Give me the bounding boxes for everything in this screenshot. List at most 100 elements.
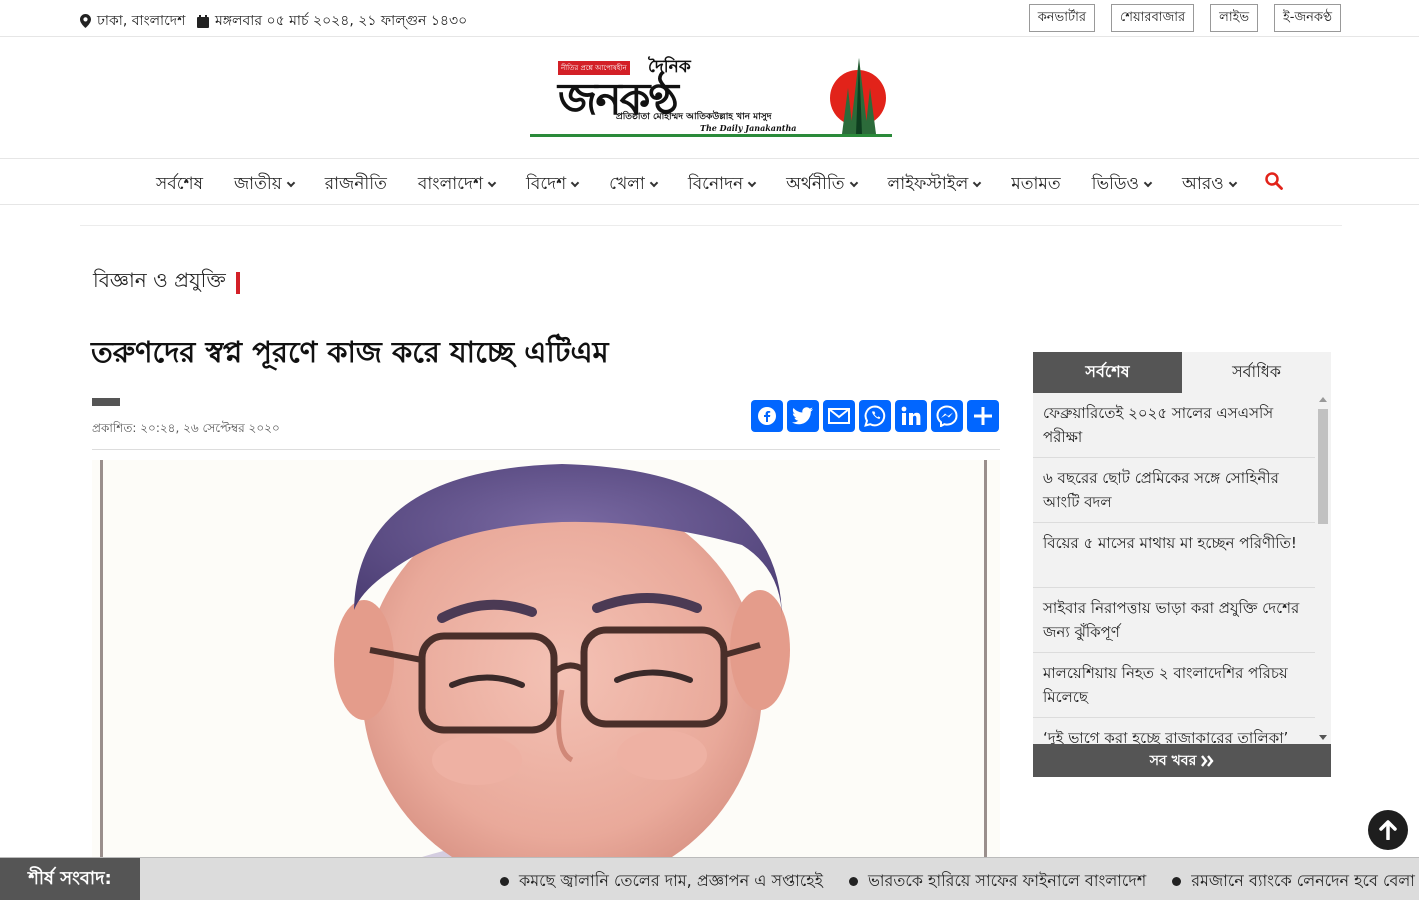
location: ঢাকা, বাংলাদেশ [80, 9, 185, 33]
news-list[interactable]: ফেব্রুয়ারিতেই ২০২৫ সালের এসএসসি পরীক্ষা… [1033, 393, 1315, 744]
latest-news-sidebar: সর্বশেষ সর্বাধিক ফেব্রুয়ারিতেই ২০২৫ সাল… [1033, 352, 1331, 777]
chevron-down-icon[interactable] [1228, 178, 1237, 188]
converter-link[interactable]: কনভার্টার [1028, 4, 1096, 32]
site-logo[interactable]: নীতির প্রশ্নে আপোষহীন দৈনিক জনকণ্ঠ প্রতি… [530, 52, 892, 140]
double-chevron-right-icon [1201, 754, 1214, 767]
twitter-icon [792, 407, 813, 425]
tab-latest[interactable]: সর্বশেষ [1033, 352, 1182, 393]
bullet-icon [848, 877, 858, 886]
bullet-icon [500, 877, 509, 886]
nav-item[interactable]: লাইফস্টাইল [888, 171, 982, 199]
nav-item-label: বিদেশ [526, 174, 567, 194]
nav-item-label: বাংলাদেশ [417, 174, 484, 194]
chevron-down-icon[interactable] [747, 178, 757, 188]
calendar-icon [197, 14, 209, 28]
article-divider [92, 449, 1000, 450]
news-list-item[interactable]: ফেব্রুয়ারিতেই ২০২৫ সালের এসএসসি পরীক্ষা [1033, 393, 1315, 458]
photo-frame-right [984, 460, 987, 857]
ticker-item[interactable]: ভারতকে হারিয়ে সাফের ফাইনালে বাংলাদেশ [848, 868, 1146, 895]
scroll-down-arrow-icon[interactable] [1319, 735, 1327, 740]
nav-item-label: অর্থনীতি [786, 174, 845, 194]
live-link[interactable]: লাইভ [1210, 4, 1259, 32]
news-list-item[interactable]: ৬ বছরের ছোট প্রেমিকের সঙ্গে সোহিনীর আংটি… [1033, 458, 1315, 523]
ticker-item[interactable]: কমছে জ্বালানি তেলের দাম, প্রজ্ঞাপন এ সপ্… [500, 868, 823, 895]
linkedin-icon [901, 406, 921, 425]
tab-most-read[interactable]: সর্বাধিক [1182, 352, 1331, 393]
chevron-down-icon[interactable] [973, 178, 982, 188]
whatsapp-icon [864, 405, 886, 427]
email-share-button[interactable] [823, 400, 855, 432]
nav-item-label: ভিডিও [1091, 174, 1140, 194]
ticker-item-text: কমছে জ্বালানি তেলের দাম, প্রজ্ঞাপন এ সপ্… [519, 871, 823, 890]
top-bar: ঢাকা, বাংলাদেশ মঙ্গলবার ০৫ মার্চ ২০২৪, ২… [0, 0, 1419, 37]
whatsapp-share-button[interactable] [859, 400, 891, 432]
nav-item[interactable]: বিনোদন [687, 171, 757, 199]
date-text: মঙ্গলবার ০৫ মার্চ ২০২৪, ২১ ফাল্গুন ১৪৩০ [215, 13, 468, 29]
nav-item[interactable]: সর্বশেষ [156, 171, 203, 199]
messenger-share-button[interactable] [931, 400, 963, 432]
nav-item[interactable]: বাংলাদেশ [417, 171, 497, 199]
date: মঙ্গলবার ০৫ মার্চ ২০২৪, ২১ ফাল্গুন ১৪৩০ [197, 9, 467, 33]
nav-item-label: মতামত [1011, 174, 1061, 194]
nav-item[interactable]: রাজনীতি [325, 171, 387, 199]
news-list-item[interactable]: বিয়ের ৫ মাসের মাথায় মা হচ্ছেন পরিণীতি! [1033, 523, 1315, 588]
article-headline: তরুণদের স্বপ্ন পূরণে কাজ করে যাচ্ছে এটিএ… [91, 335, 609, 369]
photo-frame-left [100, 460, 103, 857]
nav-item[interactable]: বিদেশ [526, 171, 580, 199]
nav-item[interactable]: অর্থনীতি [786, 171, 858, 199]
ticker-label: শীর্ষ সংবাদ: [0, 858, 140, 900]
nav-item-label: রাজনীতি [324, 174, 387, 194]
map-pin-icon [80, 14, 91, 28]
portrait-image [92, 460, 1000, 857]
all-news-label: সব খবর [1149, 752, 1197, 769]
nav-item-label: বিনোদন [687, 174, 744, 194]
nav-item-label: সর্বশেষ [156, 174, 203, 194]
article-photo [92, 460, 1000, 857]
news-list-item[interactable]: ‘দুই ভাগে করা হচ্ছে রাজাকারের তালিকা’ [1033, 718, 1315, 744]
nav-item-label: আরও [1182, 174, 1224, 194]
twitter-share-button[interactable] [787, 400, 819, 432]
all-news-button[interactable]: সব খবর [1033, 744, 1331, 777]
chevron-down-icon[interactable] [1143, 178, 1153, 188]
nav-item[interactable]: জাতীয় [234, 171, 295, 199]
nav-item[interactable]: আরও [1182, 171, 1237, 199]
arrow-up-icon [1379, 820, 1397, 840]
scroll-up-arrow-icon[interactable] [1319, 397, 1327, 402]
logo-founder: প্রতিষ্ঠাতা মোহাম্মদ আতিকউল্লাহ খান মাসু… [616, 112, 772, 122]
e-janakantha-link[interactable]: ই-জনকণ্ঠ [1274, 4, 1341, 32]
ticker-item-text: রমজানে ব্যাংকে লেনদেন হবে বেলা আ [1191, 871, 1419, 890]
main-nav: সর্বশেষ জাতীয় রাজনীতি বাংলাদেশ বিদেশ খেলা বিন… [0, 158, 1419, 205]
nav-item[interactable]: খেলা [609, 171, 659, 199]
logo-underline [530, 134, 892, 137]
published-date: প্রকাশিত: ২০:২৪, ২৬ সেপ্টেম্বর ২০২০ [92, 421, 280, 435]
news-list-item[interactable]: মালয়েশিয়ায় নিহত ২ বাংলাদেশির পরিচয় ম… [1033, 653, 1315, 718]
breaking-news-ticker: শীর্ষ সংবাদ: কমছে জ্বালানি তেলের দাম, প্… [0, 857, 1419, 900]
share-market-link[interactable]: শেয়ারবাজার [1111, 4, 1195, 32]
category-label: বিজ্ঞান ও প্রযুক্তি [93, 268, 226, 292]
share-buttons [751, 400, 999, 432]
messenger-icon [936, 405, 958, 427]
ticker-item[interactable]: রমজানে ব্যাংকে লেনদেন হবে বেলা আ [1172, 868, 1419, 895]
nav-list: সর্বশেষ জাতীয় রাজনীতি বাংলাদেশ বিদেশ খেলা বিন… [156, 171, 1267, 199]
chevron-down-icon[interactable] [849, 178, 858, 188]
chevron-down-icon[interactable] [570, 178, 580, 188]
nav-item-label: খেলা [609, 174, 645, 194]
news-list-item[interactable]: সাইবার নিরাপত্তায় ভাড়া করা প্রযুক্তি দ… [1033, 588, 1315, 653]
chevron-down-icon[interactable] [286, 178, 295, 188]
search-icon[interactable] [1265, 172, 1283, 190]
chevron-down-icon[interactable] [649, 178, 659, 188]
article-category[interactable]: বিজ্ঞান ও প্রযুক্তি [93, 266, 240, 299]
nav-item[interactable]: মতামত [1011, 171, 1060, 199]
nav-item[interactable]: ভিডিও [1091, 171, 1153, 199]
chevron-down-icon[interactable] [487, 178, 497, 188]
author-marker [92, 398, 120, 406]
monument-icon [842, 58, 876, 134]
news-scrollbar[interactable] [1315, 393, 1331, 744]
scroll-thumb[interactable] [1318, 409, 1328, 524]
linkedin-share-button[interactable] [895, 400, 927, 432]
bullet-icon [1172, 877, 1182, 886]
back-to-top-button[interactable] [1368, 810, 1408, 850]
facebook-share-button[interactable] [751, 400, 783, 432]
more-share-button[interactable] [967, 400, 999, 432]
plus-icon [974, 407, 992, 425]
